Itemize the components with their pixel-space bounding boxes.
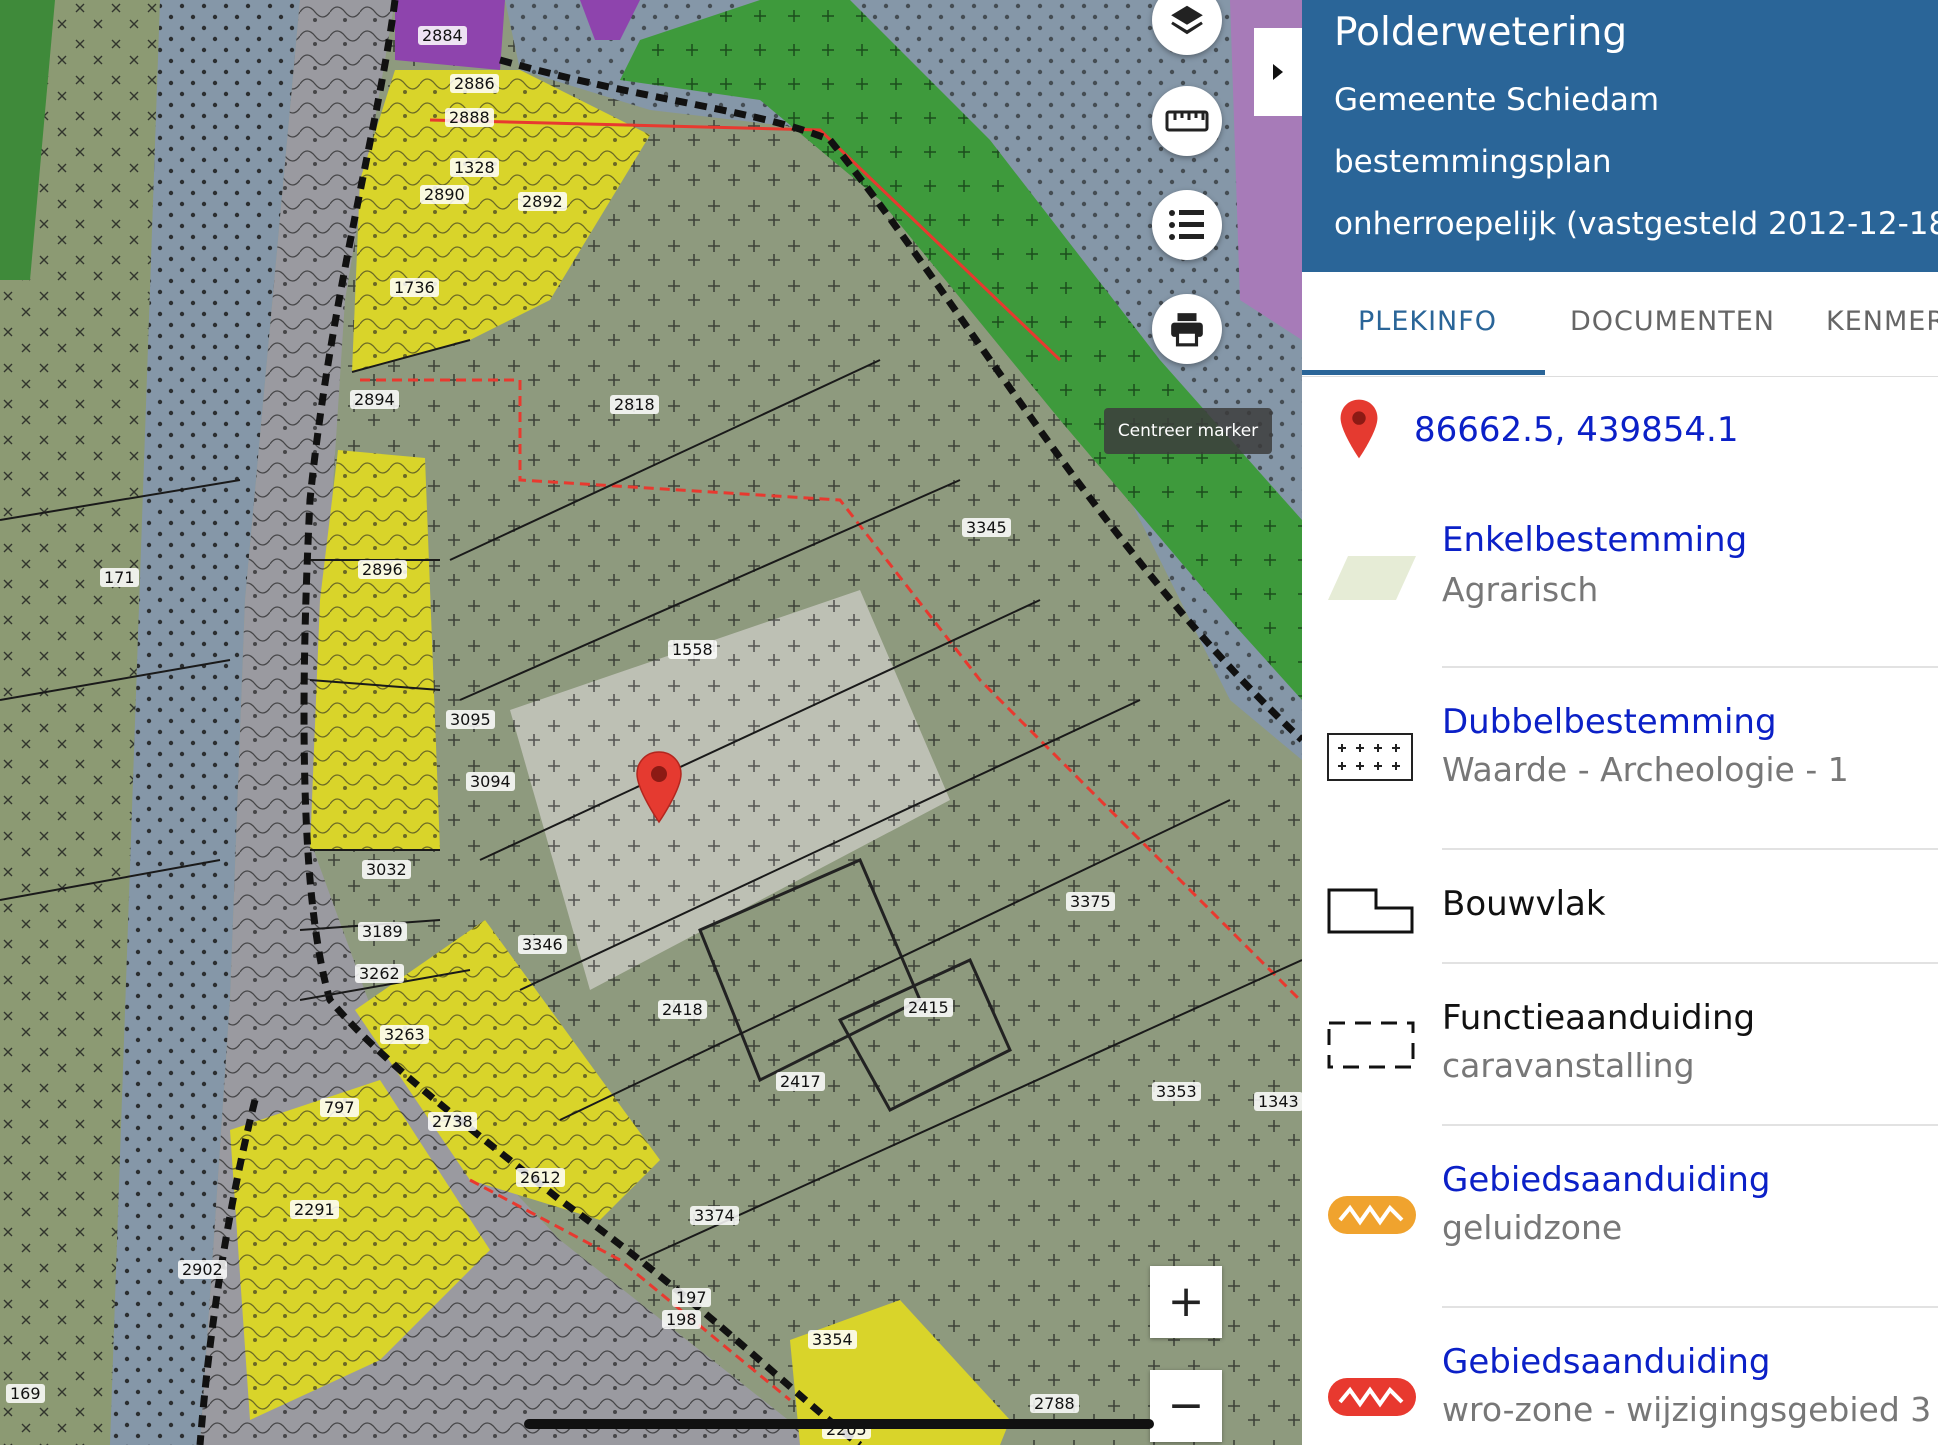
zoom-in-button[interactable]: + [1150,1266,1222,1338]
parcel-number: 2417 [776,1072,825,1091]
parcel-number: 1328 [450,158,499,177]
legend-value: geluidzone [1442,1208,1623,1247]
active-tab-indicator [1302,370,1545,375]
zoom-out-button[interactable]: − [1150,1370,1222,1442]
tooltip: Centreer marker [1104,408,1272,454]
red-map-pin-icon[interactable] [634,750,684,824]
plan-status: onherroepelijk (vastgesteld 2012-12-18) [1334,206,1938,242]
parcel-number: 1736 [390,278,439,297]
printer-icon [1171,313,1203,347]
tab-documenten[interactable]: DOCUMENTEN [1570,306,1775,337]
parcel-number: 2818 [610,395,659,414]
legend-value: Waarde - Archeologie - 1 [1442,750,1849,789]
legend-name: Bouwvlak [1442,884,1606,924]
collapse-panel-button[interactable] [1254,28,1302,116]
print-button[interactable] [1152,294,1222,364]
location-coordinates[interactable]: 86662.5, 439854.1 [1414,410,1738,450]
legend-name: Functieaanduiding [1442,998,1756,1038]
plan-header: Polderwetering Gemeente Schiedam bestemm… [1302,0,1938,272]
parcel-number: 3354 [808,1330,857,1349]
parcel-number: 2888 [445,108,494,127]
plan-title: Polderwetering [1334,10,1628,55]
parcel-number: 797 [320,1098,359,1117]
parcel-number: 3375 [1066,892,1115,911]
legend-value: caravanstalling [1442,1046,1695,1085]
map-view[interactable]: 2884 2886 2888 2890 1328 2892 1736 2818 … [0,0,1302,1445]
parcel-number: 3353 [1152,1082,1201,1101]
parcel-number: 2415 [904,998,953,1017]
layers-icon [1171,5,1203,35]
tab-plekinfo[interactable]: PLEKINFO [1358,306,1497,337]
dashed-rectangle-icon [1327,1021,1415,1069]
parcel-number: 3263 [380,1025,429,1044]
scroll-indicator [524,1419,1154,1429]
parcel-number: 3346 [518,935,567,954]
parcel-number: 2894 [350,390,399,409]
divider [1442,1124,1938,1126]
divider [1442,1306,1938,1308]
legend-button[interactable] [1152,190,1222,260]
tab-kenmerken[interactable]: KENMER [1826,306,1938,337]
red-map-pin-icon [1340,399,1378,459]
parcel-number: 3345 [962,518,1011,537]
parcel-number: 2892 [518,192,567,211]
parcel-number: 2788 [1030,1394,1079,1413]
parcel-number: 3032 [362,860,411,879]
parcel-number: 3094 [466,772,515,791]
map-canvas[interactable] [0,0,1302,1445]
legend-name[interactable]: Gebiedsaanduiding [1442,1342,1770,1382]
caret-right-icon [1273,64,1283,80]
parcel-number: 3095 [446,710,495,729]
legend-name[interactable]: Dubbelbestemming [1442,702,1777,742]
plus-grid-icon [1327,733,1413,781]
parcel-number: 2902 [178,1260,227,1279]
parcel-number: 2612 [516,1168,565,1187]
parcel-number: 3189 [358,922,407,941]
parcel-number: 2896 [358,560,407,579]
legend-value: wro-zone - wijzigingsgebied 3 [1442,1390,1932,1429]
parcel-number: 2884 [418,26,467,45]
parcel-number: 169 [6,1384,45,1403]
list-icon [1169,210,1204,240]
parcel-number: 2890 [420,185,469,204]
parcel-number: 3262 [355,964,404,983]
parcel-number: 2738 [428,1112,477,1131]
divider [1442,962,1938,964]
plan-type: bestemmingsplan [1334,144,1612,180]
parcel-number: 2418 [658,1000,707,1019]
municipality: Gemeente Schiedam [1334,82,1660,118]
legend-name[interactable]: Enkelbestemming [1442,520,1747,560]
divider [1442,666,1938,668]
location-row: 86662.5, 439854.1 [1302,398,1938,468]
divider [1442,848,1938,850]
parcel-number: 1558 [668,640,717,659]
parcel-number: 3374 [690,1206,739,1225]
building-outline-icon [1327,888,1414,934]
tab-bar: PLEKINFO DOCUMENTEN KENMER [1302,272,1938,377]
parcel-number: 2886 [450,74,499,93]
info-panel: Polderwetering Gemeente Schiedam bestemm… [1302,0,1938,1445]
parcel-number: 197 [672,1288,711,1307]
parcel-number: 171 [100,568,139,587]
measure-button[interactable] [1152,86,1222,156]
red-zigzag-icon [1328,1378,1416,1416]
parcel-number: 198 [662,1310,701,1329]
parcel-number: 1343 [1254,1092,1302,1111]
orange-zigzag-icon [1328,1196,1416,1234]
ruler-icon [1165,110,1209,132]
legend-name[interactable]: Gebiedsaanduiding [1442,1160,1770,1200]
parallelogram-fill-icon [1328,556,1416,600]
parcel-number: 2291 [290,1200,339,1219]
legend-value: Agrarisch [1442,570,1599,609]
